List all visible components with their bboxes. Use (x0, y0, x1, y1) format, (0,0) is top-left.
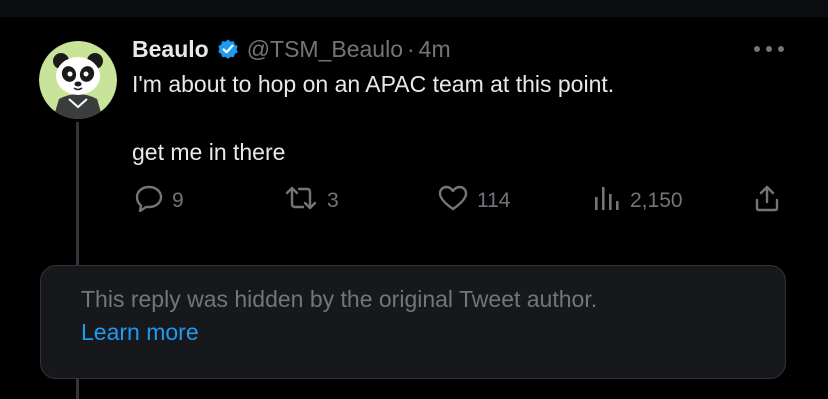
views-count: 2,150 (630, 189, 683, 212)
reply-button[interactable]: 9 (134, 185, 184, 217)
tweet-text-line-2: get me in there (132, 139, 286, 165)
tweet-header: Beaulo @TSM_Beaulo · 4m (132, 34, 451, 64)
like-count: 114 (477, 189, 511, 212)
views-icon (592, 184, 622, 218)
like-button[interactable]: 114 (437, 185, 510, 217)
views-button[interactable]: 2,150 (592, 185, 683, 217)
avatar[interactable] (39, 41, 117, 119)
retweet-count: 3 (327, 189, 339, 212)
panda-avatar-icon (39, 41, 117, 119)
verified-badge-icon[interactable] (216, 37, 240, 61)
share-button[interactable] (752, 185, 782, 217)
share-icon (752, 183, 782, 219)
reply-icon (134, 184, 164, 218)
display-name[interactable]: Beaulo (132, 36, 209, 63)
hidden-reply-message: This reply was hidden by the original Tw… (81, 286, 598, 312)
tweet-timestamp[interactable]: 4m (419, 36, 451, 63)
hidden-reply-notice: This reply was hidden by the original Tw… (40, 265, 786, 379)
retweet-icon (283, 184, 319, 218)
tweet-text-line-1: I'm about to hop on an APAC team at this… (132, 71, 615, 97)
retweet-button[interactable]: 3 (283, 185, 339, 217)
top-divider-strip (0, 0, 828, 17)
heart-icon (437, 184, 469, 218)
more-options-icon[interactable] (752, 39, 786, 59)
user-handle[interactable]: @TSM_Beaulo (247, 36, 403, 63)
reply-count: 9 (172, 189, 184, 212)
learn-more-link[interactable]: Learn more (81, 319, 199, 346)
header-separator: · (407, 35, 415, 62)
